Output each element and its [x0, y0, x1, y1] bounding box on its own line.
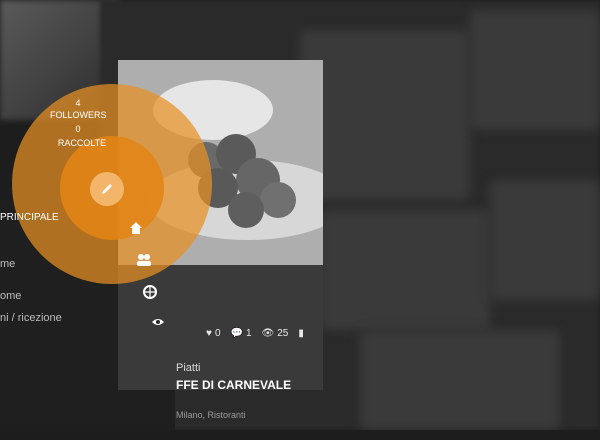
- globe-icon[interactable]: [142, 284, 158, 300]
- raccolte-label[interactable]: RACCOLTE: [50, 138, 114, 148]
- pencil-icon: [102, 184, 112, 194]
- home-icon[interactable]: [128, 220, 144, 236]
- edit-button[interactable]: [90, 172, 124, 206]
- followers-count: 4: [75, 98, 81, 108]
- eye-icon[interactable]: [150, 314, 166, 330]
- section-label-principale: PRINCIPALE: [0, 212, 59, 223]
- radial-icon-rail: [128, 220, 164, 440]
- users-icon[interactable]: [136, 252, 152, 268]
- followers-label[interactable]: FOLLOWERS: [50, 110, 107, 120]
- raccolte-count: 0: [75, 124, 81, 134]
- radial-menu-overlay: 4 FOLLOWERS 0 RACCOLTE PRINCIPALE: [0, 0, 600, 430]
